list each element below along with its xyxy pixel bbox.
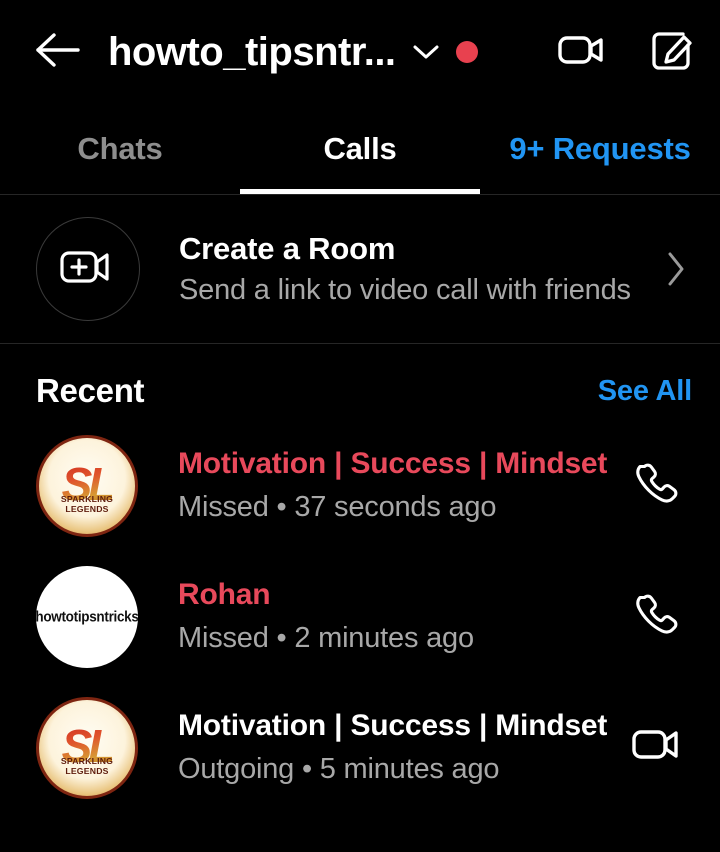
chevron-right-icon[interactable] xyxy=(664,250,696,288)
tab-chats[interactable]: Chats xyxy=(0,104,240,194)
thread-title-group[interactable]: howto_tipsntr... xyxy=(108,30,538,75)
call-item-text: Motivation | Success | Mindset Outgoing … xyxy=(178,708,620,787)
call-list-item[interactable]: SL SPARKLING LEGENDS Motivation | Succes… xyxy=(0,420,720,551)
call-back-button[interactable] xyxy=(620,449,694,523)
see-all-link[interactable]: See All xyxy=(598,375,692,408)
recent-section-header: Recent See All xyxy=(0,344,720,420)
phone-icon xyxy=(631,457,683,514)
tab-requests-label: 9+ Requests xyxy=(509,131,691,166)
avatar[interactable]: SL SPARKLING LEGENDS xyxy=(36,696,138,799)
call-item-text: Rohan Missed • 2 minutes ago xyxy=(178,577,620,656)
compose-edit-icon xyxy=(649,27,695,78)
create-room-avatar xyxy=(36,217,140,321)
call-back-button[interactable] xyxy=(620,580,694,654)
tab-requests[interactable]: 9+ Requests xyxy=(480,104,720,194)
active-tab-underline xyxy=(240,189,480,194)
video-camera-icon xyxy=(631,724,683,771)
call-contact-name: Motivation | Success | Mindset xyxy=(178,709,608,743)
instagram-calls-screen: howto_tipsntr... Chats Calls 9+ Requests… xyxy=(0,0,720,852)
phone-icon xyxy=(631,588,683,645)
chevron-down-icon[interactable] xyxy=(412,43,440,61)
create-room-text: Create a Room Send a link to video call … xyxy=(179,231,664,308)
tab-chats-label: Chats xyxy=(77,131,163,166)
tab-bar: Chats Calls 9+ Requests xyxy=(0,104,720,194)
page-title: howto_tipsntr... xyxy=(108,29,396,74)
recent-heading: Recent xyxy=(36,372,145,409)
video-camera-icon xyxy=(557,30,607,75)
call-contact-name: Motivation | Success | Mindset xyxy=(178,447,608,481)
avatar[interactable]: SL SPARKLING LEGENDS xyxy=(36,434,138,537)
call-list-item[interactable]: SL SPARKLING LEGENDS Motivation | Succes… xyxy=(0,682,720,813)
tab-calls-label: Calls xyxy=(323,131,397,166)
call-item-text: Motivation | Success | Mindset Missed • … xyxy=(178,446,620,525)
arrow-left-icon xyxy=(34,30,80,75)
call-status-time: Outgoing • 5 minutes ago xyxy=(178,753,500,786)
call-list-item[interactable]: howtotipsntricks Rohan Missed • 2 minute… xyxy=(0,551,720,682)
header-actions xyxy=(556,26,698,78)
avatar-label: howtotipsntricks xyxy=(36,608,138,625)
back-button[interactable] xyxy=(26,21,88,83)
video-call-button[interactable] xyxy=(556,26,608,78)
compose-message-button[interactable] xyxy=(646,26,698,78)
call-status-time: Missed • 2 minutes ago xyxy=(178,622,474,655)
video-call-back-button[interactable] xyxy=(620,711,694,785)
video-camera-plus-icon xyxy=(59,245,117,294)
call-status-time: Missed • 37 seconds ago xyxy=(178,491,497,524)
unread-indicator-dot xyxy=(455,41,478,63)
header-bar: howto_tipsntr... xyxy=(0,0,720,104)
recent-calls-list: SL SPARKLING LEGENDS Motivation | Succes… xyxy=(0,420,720,813)
avatar-caption: SPARKLING LEGENDS xyxy=(60,493,114,514)
tab-calls[interactable]: Calls xyxy=(240,104,480,194)
create-room-title: Create a Room xyxy=(179,230,396,266)
create-room-row[interactable]: Create a Room Send a link to video call … xyxy=(0,195,720,343)
avatar[interactable]: howtotipsntricks xyxy=(36,565,138,668)
call-contact-name: Rohan xyxy=(178,578,271,612)
create-room-subtitle: Send a link to video call with friends xyxy=(179,274,631,307)
avatar-caption: SPARKLING LEGENDS xyxy=(60,755,114,776)
